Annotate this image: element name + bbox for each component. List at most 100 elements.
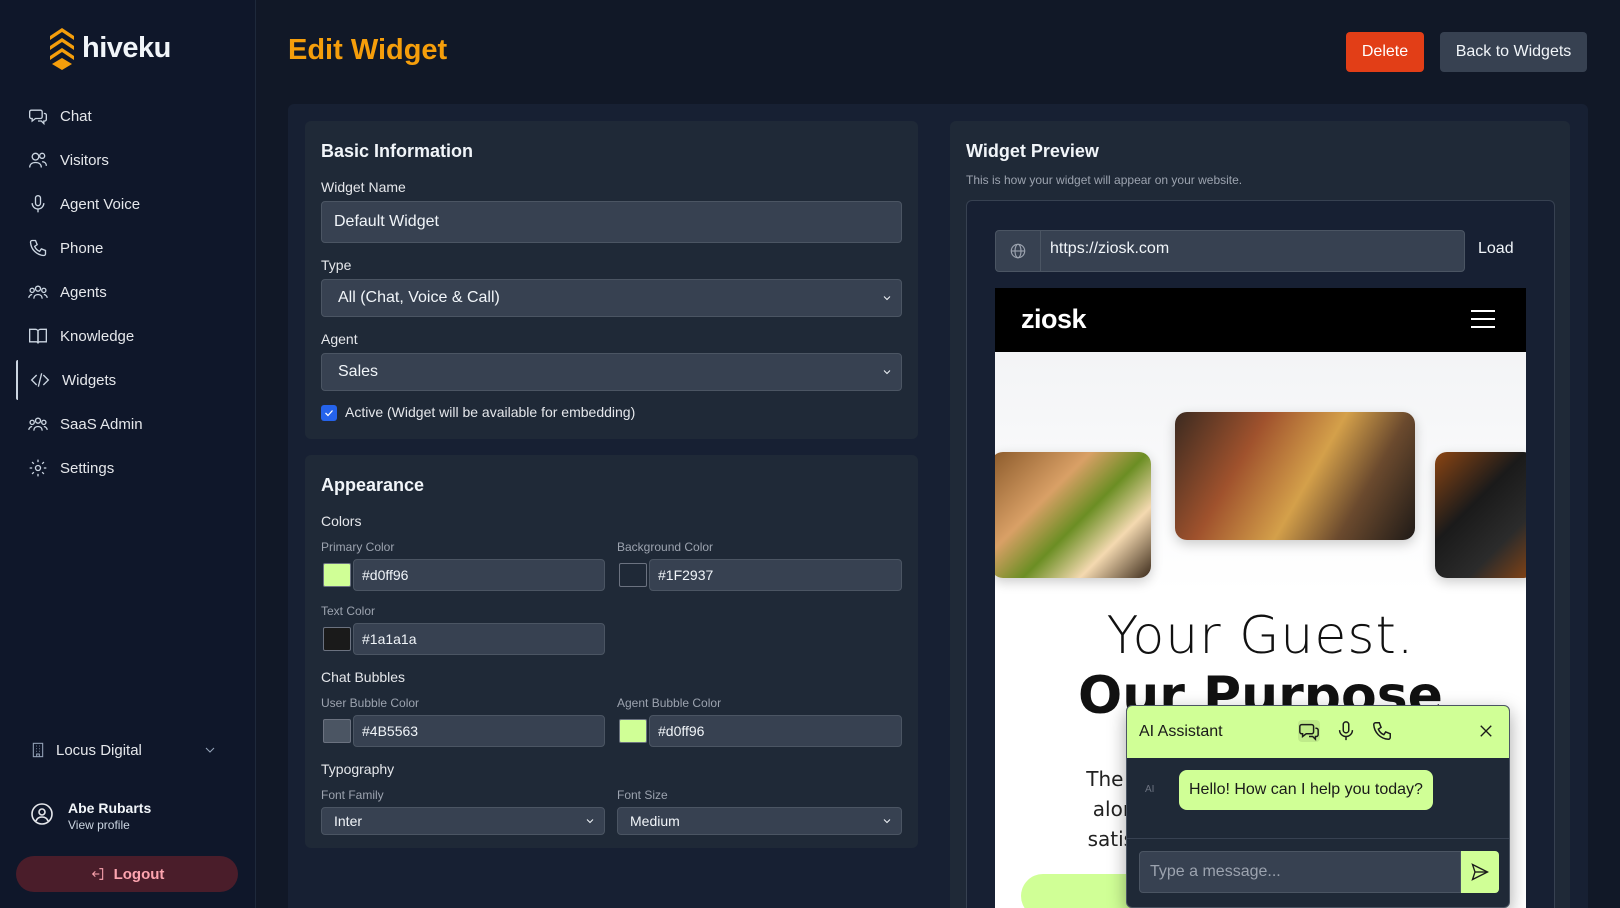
load-button[interactable]: Load — [1478, 240, 1514, 258]
url-globe — [995, 230, 1041, 272]
group-icon — [28, 417, 48, 431]
phone-icon — [29, 239, 47, 257]
background-color-input[interactable]: #1F2937 — [649, 559, 902, 591]
sidebar-item-label: Chat — [60, 107, 92, 125]
sidebar-item-phone[interactable]: Phone — [16, 228, 240, 268]
back-to-widgets-button[interactable]: Back to Widgets — [1440, 32, 1587, 72]
logout-button[interactable]: Logout — [16, 856, 238, 892]
agent-message-bubble: Hello! How can I help you today? — [1179, 770, 1433, 810]
sidebar-item-label: Agents — [60, 283, 107, 301]
font-family-label: Font Family — [321, 788, 384, 802]
primary-color-swatch[interactable] — [323, 563, 351, 587]
background-color-label: Background Color — [617, 540, 714, 554]
chat-mode-button[interactable] — [1298, 720, 1320, 742]
user-name: Abe Rubarts — [68, 800, 152, 816]
checkmark-icon — [325, 410, 333, 417]
sidebar-item-agent-voice[interactable]: Agent Voice — [16, 184, 240, 224]
voice-mode-button[interactable] — [1335, 720, 1357, 742]
font-size-label: Font Size — [617, 788, 668, 802]
site-header: ziosk — [995, 288, 1526, 352]
widget-name-label: Widget Name — [321, 179, 406, 195]
chat-message-input[interactable]: Type a message... — [1139, 851, 1461, 893]
type-select-value: All (Chat, Voice & Call) — [338, 289, 500, 306]
url-input-value: https://ziosk.com — [1050, 240, 1170, 257]
sidebar-item-label: Agent Voice — [60, 195, 141, 213]
chevron-down-icon — [586, 819, 594, 824]
phone-icon — [1373, 722, 1391, 740]
microphone-icon — [31, 195, 45, 213]
delete-button[interactable]: Delete — [1346, 32, 1424, 72]
users-icon — [29, 152, 47, 168]
agent-bubble-color-input[interactable]: #d0ff96 — [649, 715, 902, 747]
user-profile[interactable]: Abe Rubarts View profile — [30, 800, 151, 832]
user-bubble-color-swatch[interactable] — [323, 719, 351, 743]
type-label: Type — [321, 257, 352, 273]
text-color-swatch[interactable] — [323, 627, 351, 651]
background-color-swatch[interactable] — [619, 563, 647, 587]
sidebar-item-label: Knowledge — [60, 327, 135, 345]
org-switcher[interactable]: Locus Digital — [16, 732, 240, 768]
group-icon — [28, 285, 48, 299]
logout-label: Logout — [113, 865, 165, 883]
app-logo[interactable]: hiveku — [46, 26, 171, 70]
active-checkbox[interactable] — [321, 405, 337, 421]
chevron-down-icon — [883, 819, 891, 824]
sidebar-item-agents[interactable]: Agents — [16, 272, 240, 312]
call-mode-button[interactable] — [1371, 720, 1393, 742]
chat-divider — [1127, 838, 1509, 839]
chat-widget-title: AI Assistant — [1139, 723, 1223, 740]
typography-heading: Typography — [321, 761, 395, 777]
agent-select-value: Sales — [338, 363, 379, 380]
primary-color-input[interactable]: #d0ff96 — [353, 559, 605, 591]
user-bubble-color-label: User Bubble Color — [321, 696, 420, 710]
widget-preview-description: This is how your widget will appear on y… — [966, 173, 1243, 187]
tablet-photo — [1435, 452, 1526, 578]
site-logo: ziosk — [1021, 304, 1087, 334]
hamburger-menu-icon[interactable] — [1471, 310, 1495, 330]
widget-preview-title: Widget Preview — [966, 141, 1099, 161]
sidebar-item-saas-admin[interactable]: SaaS Admin — [16, 404, 240, 444]
sidebar-item-label: SaaS Admin — [60, 415, 143, 433]
agent-label: Agent — [321, 331, 358, 347]
hive-logo-icon — [50, 28, 74, 70]
send-button[interactable] — [1461, 851, 1499, 893]
logout-icon — [91, 868, 103, 880]
building-icon — [32, 742, 44, 758]
chat-widget: AI Assistant AI Hello! How can I help yo… — [1126, 705, 1510, 908]
active-checkbox-label: Active (Widget will be available for emb… — [345, 404, 636, 420]
widget-name-input[interactable]: Default Widget — [321, 201, 902, 243]
sidebar-item-label: Widgets — [62, 371, 117, 389]
type-select[interactable]: All (Chat, Voice & Call) — [321, 279, 902, 317]
ai-avatar: AI — [1145, 784, 1155, 795]
app-name: hiveku — [82, 31, 171, 64]
sidebar-item-chat[interactable]: Chat — [16, 96, 240, 136]
sidebar-item-widgets[interactable]: Widgets — [16, 360, 240, 400]
font-family-select[interactable]: Inter — [321, 807, 605, 835]
hero-headline-1: Your Guest. — [1106, 606, 1415, 666]
chat-close-button[interactable] — [1477, 722, 1495, 740]
globe-icon — [1010, 243, 1025, 259]
primary-color-label: Primary Color — [321, 540, 395, 554]
chat-bubbles-icon — [1299, 723, 1319, 742]
font-size-select[interactable]: Medium — [617, 807, 902, 835]
sidebar-item-label: Settings — [60, 459, 115, 477]
appearance-title: Appearance — [321, 475, 425, 495]
sidebar-item-label: Visitors — [60, 151, 109, 169]
avatar — [30, 802, 54, 831]
view-profile-link[interactable]: View profile — [68, 818, 151, 832]
food-photo — [995, 452, 1151, 578]
page-title: Edit Widget — [288, 34, 448, 66]
chat-widget-header: AI Assistant — [1127, 706, 1509, 758]
text-color-label: Text Color — [321, 604, 376, 618]
agent-bubble-color-swatch[interactable] — [619, 719, 647, 743]
gear-icon — [29, 459, 47, 477]
text-color-input[interactable]: #1a1a1a — [353, 623, 605, 655]
sidebar-item-visitors[interactable]: Visitors — [16, 140, 240, 180]
agent-bubble-color-label: Agent Bubble Color — [617, 696, 722, 710]
user-bubble-color-input[interactable]: #4B5563 — [353, 715, 605, 747]
colors-heading: Colors — [321, 513, 362, 529]
agent-select[interactable]: Sales — [321, 353, 902, 391]
sidebar-item-settings[interactable]: Settings — [16, 448, 240, 488]
sidebar-item-knowledge[interactable]: Knowledge — [16, 316, 240, 356]
chat-bubbles-icon — [29, 109, 47, 126]
